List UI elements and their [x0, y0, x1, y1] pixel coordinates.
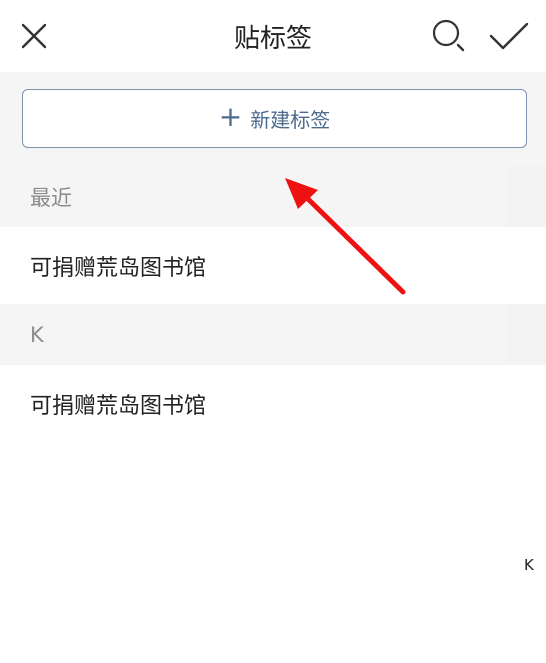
- new-tag-button[interactable]: + 新建标签: [22, 89, 527, 148]
- header-bar: 贴标签: [0, 0, 546, 72]
- checkmark-icon: [489, 22, 529, 50]
- section-title: 最近: [30, 185, 72, 210]
- plus-icon: +: [218, 100, 243, 133]
- confirm-button[interactable]: [484, 0, 534, 72]
- search-icon: [432, 19, 465, 52]
- new-tag-label: 新建标签: [250, 108, 331, 132]
- tag-row[interactable]: 可捐赠荒岛图书馆: [0, 365, 546, 443]
- search-button[interactable]: [426, 0, 472, 72]
- close-button[interactable]: [12, 0, 56, 72]
- index-bar-letter-k[interactable]: K: [524, 556, 534, 574]
- close-icon: [21, 23, 47, 49]
- tag-label: 可捐赠荒岛图书馆: [30, 394, 207, 419]
- tag-label: 可捐赠荒岛图书馆: [30, 255, 207, 281]
- section-header-k: K: [0, 304, 546, 365]
- section-header-recent: 最近: [0, 166, 546, 227]
- new-tag-area: + 新建标签: [0, 72, 546, 166]
- section-title: K: [30, 322, 44, 347]
- tag-row[interactable]: 可捐赠荒岛图书馆: [0, 227, 546, 304]
